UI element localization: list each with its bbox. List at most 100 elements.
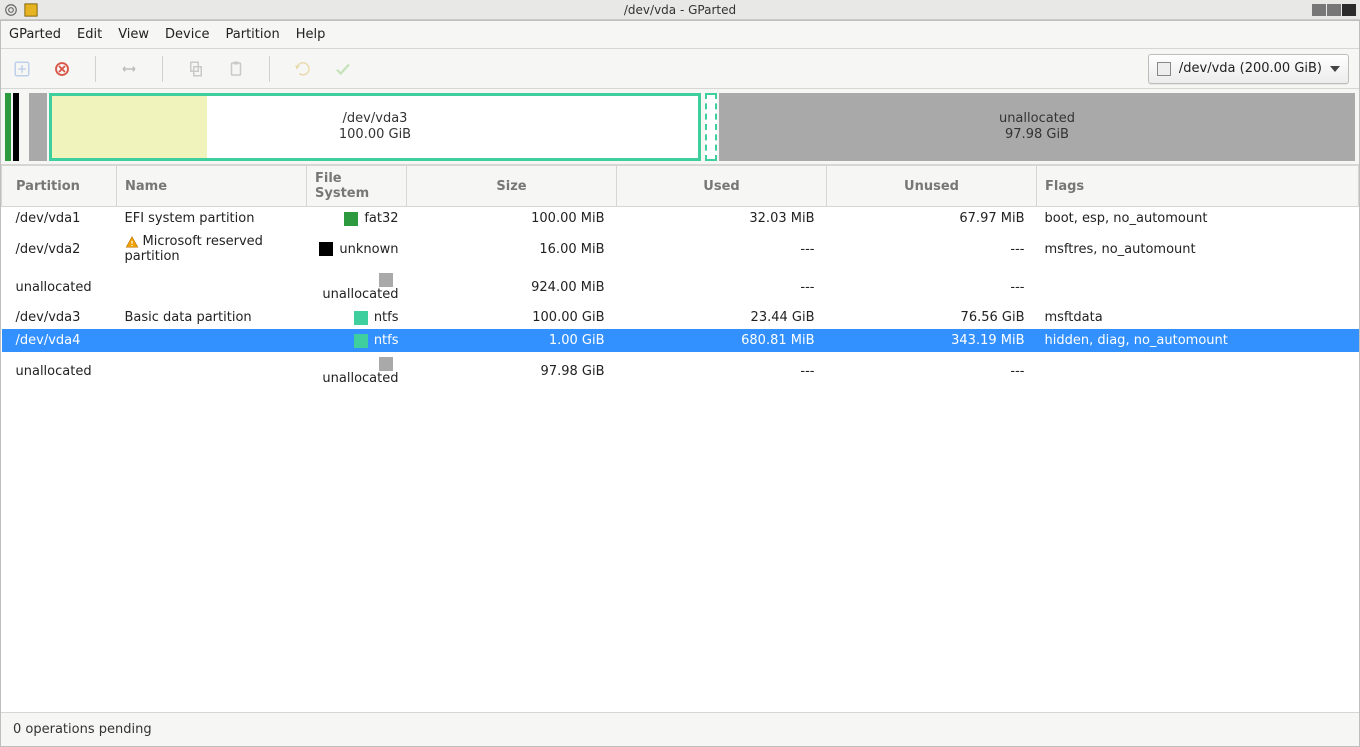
graph-seg-unalloc-name: unallocated xyxy=(999,111,1075,127)
menubar: GParted Edit View Device Partition Help xyxy=(1,21,1359,49)
cell-fs: ntfs xyxy=(307,306,407,329)
warning-icon xyxy=(125,235,139,249)
col-name[interactable]: Name xyxy=(117,166,307,207)
menu-view[interactable]: View xyxy=(118,27,149,42)
col-size[interactable]: Size xyxy=(407,166,617,207)
table-row[interactable]: unallocatedunallocated924.00 MiB------ xyxy=(2,268,1359,306)
col-fs[interactable]: File System xyxy=(307,166,407,207)
cell-partition: /dev/vda3 xyxy=(2,306,117,329)
partition-graph[interactable]: /dev/vda3 100.00 GiB unallocated 97.98 G… xyxy=(1,89,1359,165)
cell-size: 924.00 MiB xyxy=(407,268,617,306)
copy-button[interactable] xyxy=(185,58,207,80)
cell-unused: 76.56 GiB xyxy=(827,306,1037,329)
menu-gparted[interactable]: GParted xyxy=(9,27,61,42)
cell-flags: boot, esp, no_automount xyxy=(1037,207,1359,231)
cell-flags: msftdata xyxy=(1037,306,1359,329)
cell-size: 97.98 GiB xyxy=(407,352,617,390)
cell-partition: unallocated xyxy=(2,268,117,306)
cell-name: Basic data partition xyxy=(117,306,307,329)
toolbar-separator xyxy=(269,56,270,82)
cell-partition: /dev/vda4 xyxy=(2,329,117,352)
cell-used: 32.03 MiB xyxy=(617,207,827,231)
cell-flags xyxy=(1037,352,1359,390)
cell-unused: 67.97 MiB xyxy=(827,207,1037,231)
table-header-row[interactable]: Partition Name File System Size Used Unu… xyxy=(2,166,1359,207)
resize-move-button[interactable] xyxy=(118,58,140,80)
app-icon[interactable] xyxy=(24,3,38,17)
fs-swatch xyxy=(379,273,393,287)
graph-seg-unallocated-large[interactable]: unallocated 97.98 GiB xyxy=(719,93,1355,161)
new-partition-button[interactable] xyxy=(11,58,33,80)
fs-swatch xyxy=(344,212,358,226)
cell-used: --- xyxy=(617,352,827,390)
cell-used: 23.44 GiB xyxy=(617,306,827,329)
col-partition[interactable]: Partition xyxy=(2,166,117,207)
fs-swatch xyxy=(379,357,393,371)
toolbar: /dev/vda (200.00 GiB) xyxy=(1,49,1359,89)
undo-button[interactable] xyxy=(292,58,314,80)
window-title: /dev/vda - GParted xyxy=(0,3,1360,17)
cell-unused: --- xyxy=(827,352,1037,390)
debian-icon[interactable] xyxy=(4,3,18,17)
paste-button[interactable] xyxy=(225,58,247,80)
partition-table: Partition Name File System Size Used Unu… xyxy=(1,165,1359,390)
cell-flags: msftres, no_automount xyxy=(1037,230,1359,268)
cell-used: 680.81 MiB xyxy=(617,329,827,352)
cell-name: Microsoft reserved partition xyxy=(117,230,307,268)
cell-unused: --- xyxy=(827,268,1037,306)
toolbar-separator xyxy=(162,56,163,82)
menu-partition[interactable]: Partition xyxy=(226,27,280,42)
col-unused[interactable]: Unused xyxy=(827,166,1037,207)
statusbar: 0 operations pending xyxy=(1,712,1359,746)
fs-swatch xyxy=(354,334,368,348)
cell-size: 100.00 MiB xyxy=(407,207,617,231)
graph-seg-vda2[interactable] xyxy=(13,93,19,161)
table-row[interactable]: /dev/vda4ntfs1.00 GiB680.81 MiB343.19 Mi… xyxy=(2,329,1359,352)
cell-partition: unallocated xyxy=(2,352,117,390)
cell-name xyxy=(117,268,307,306)
cell-fs: unallocated xyxy=(307,268,407,306)
partition-table-wrap[interactable]: Partition Name File System Size Used Unu… xyxy=(1,165,1359,712)
disk-icon xyxy=(1157,62,1171,76)
fs-swatch xyxy=(319,242,333,256)
cell-size: 16.00 MiB xyxy=(407,230,617,268)
cell-name: EFI system partition xyxy=(117,207,307,231)
graph-seg-vda4[interactable] xyxy=(705,93,717,161)
cell-fs: unallocated xyxy=(307,352,407,390)
table-row[interactable]: /dev/vda2Microsoft reserved partitionunk… xyxy=(2,230,1359,268)
col-used[interactable]: Used xyxy=(617,166,827,207)
cell-partition: /dev/vda2 xyxy=(2,230,117,268)
cell-size: 100.00 GiB xyxy=(407,306,617,329)
os-taskbar: /dev/vda - GParted xyxy=(0,0,1360,20)
graph-seg-vda3[interactable]: /dev/vda3 100.00 GiB xyxy=(49,93,701,161)
fs-swatch xyxy=(354,311,368,325)
cell-flags: hidden, diag, no_automount xyxy=(1037,329,1359,352)
graph-seg-vda3-name: /dev/vda3 xyxy=(343,111,408,127)
table-row[interactable]: /dev/vda1EFI system partitionfat32100.00… xyxy=(2,207,1359,231)
cell-used: --- xyxy=(617,268,827,306)
cell-size: 1.00 GiB xyxy=(407,329,617,352)
menu-edit[interactable]: Edit xyxy=(77,27,102,42)
table-row[interactable]: /dev/vda3Basic data partitionntfs100.00 … xyxy=(2,306,1359,329)
device-selector[interactable]: /dev/vda (200.00 GiB) xyxy=(1148,54,1349,84)
toolbar-separator xyxy=(95,56,96,82)
cell-name xyxy=(117,329,307,352)
cell-used: --- xyxy=(617,230,827,268)
cell-fs: ntfs xyxy=(307,329,407,352)
chevron-down-icon xyxy=(1330,66,1340,72)
col-flags[interactable]: Flags xyxy=(1037,166,1359,207)
delete-partition-button[interactable] xyxy=(51,58,73,80)
menu-device[interactable]: Device xyxy=(165,27,209,42)
cell-flags xyxy=(1037,268,1359,306)
cell-name xyxy=(117,352,307,390)
graph-seg-vda1[interactable] xyxy=(5,93,11,161)
table-row[interactable]: unallocatedunallocated97.98 GiB------ xyxy=(2,352,1359,390)
menu-help[interactable]: Help xyxy=(296,27,326,42)
cell-fs: fat32 xyxy=(307,207,407,231)
status-pending: 0 operations pending xyxy=(13,722,152,737)
apply-button[interactable] xyxy=(332,58,354,80)
graph-seg-unallocated-small[interactable] xyxy=(29,93,47,161)
cell-partition: /dev/vda1 xyxy=(2,207,117,231)
device-selector-label: /dev/vda (200.00 GiB) xyxy=(1179,61,1322,76)
workspace-switcher[interactable] xyxy=(1311,4,1356,16)
